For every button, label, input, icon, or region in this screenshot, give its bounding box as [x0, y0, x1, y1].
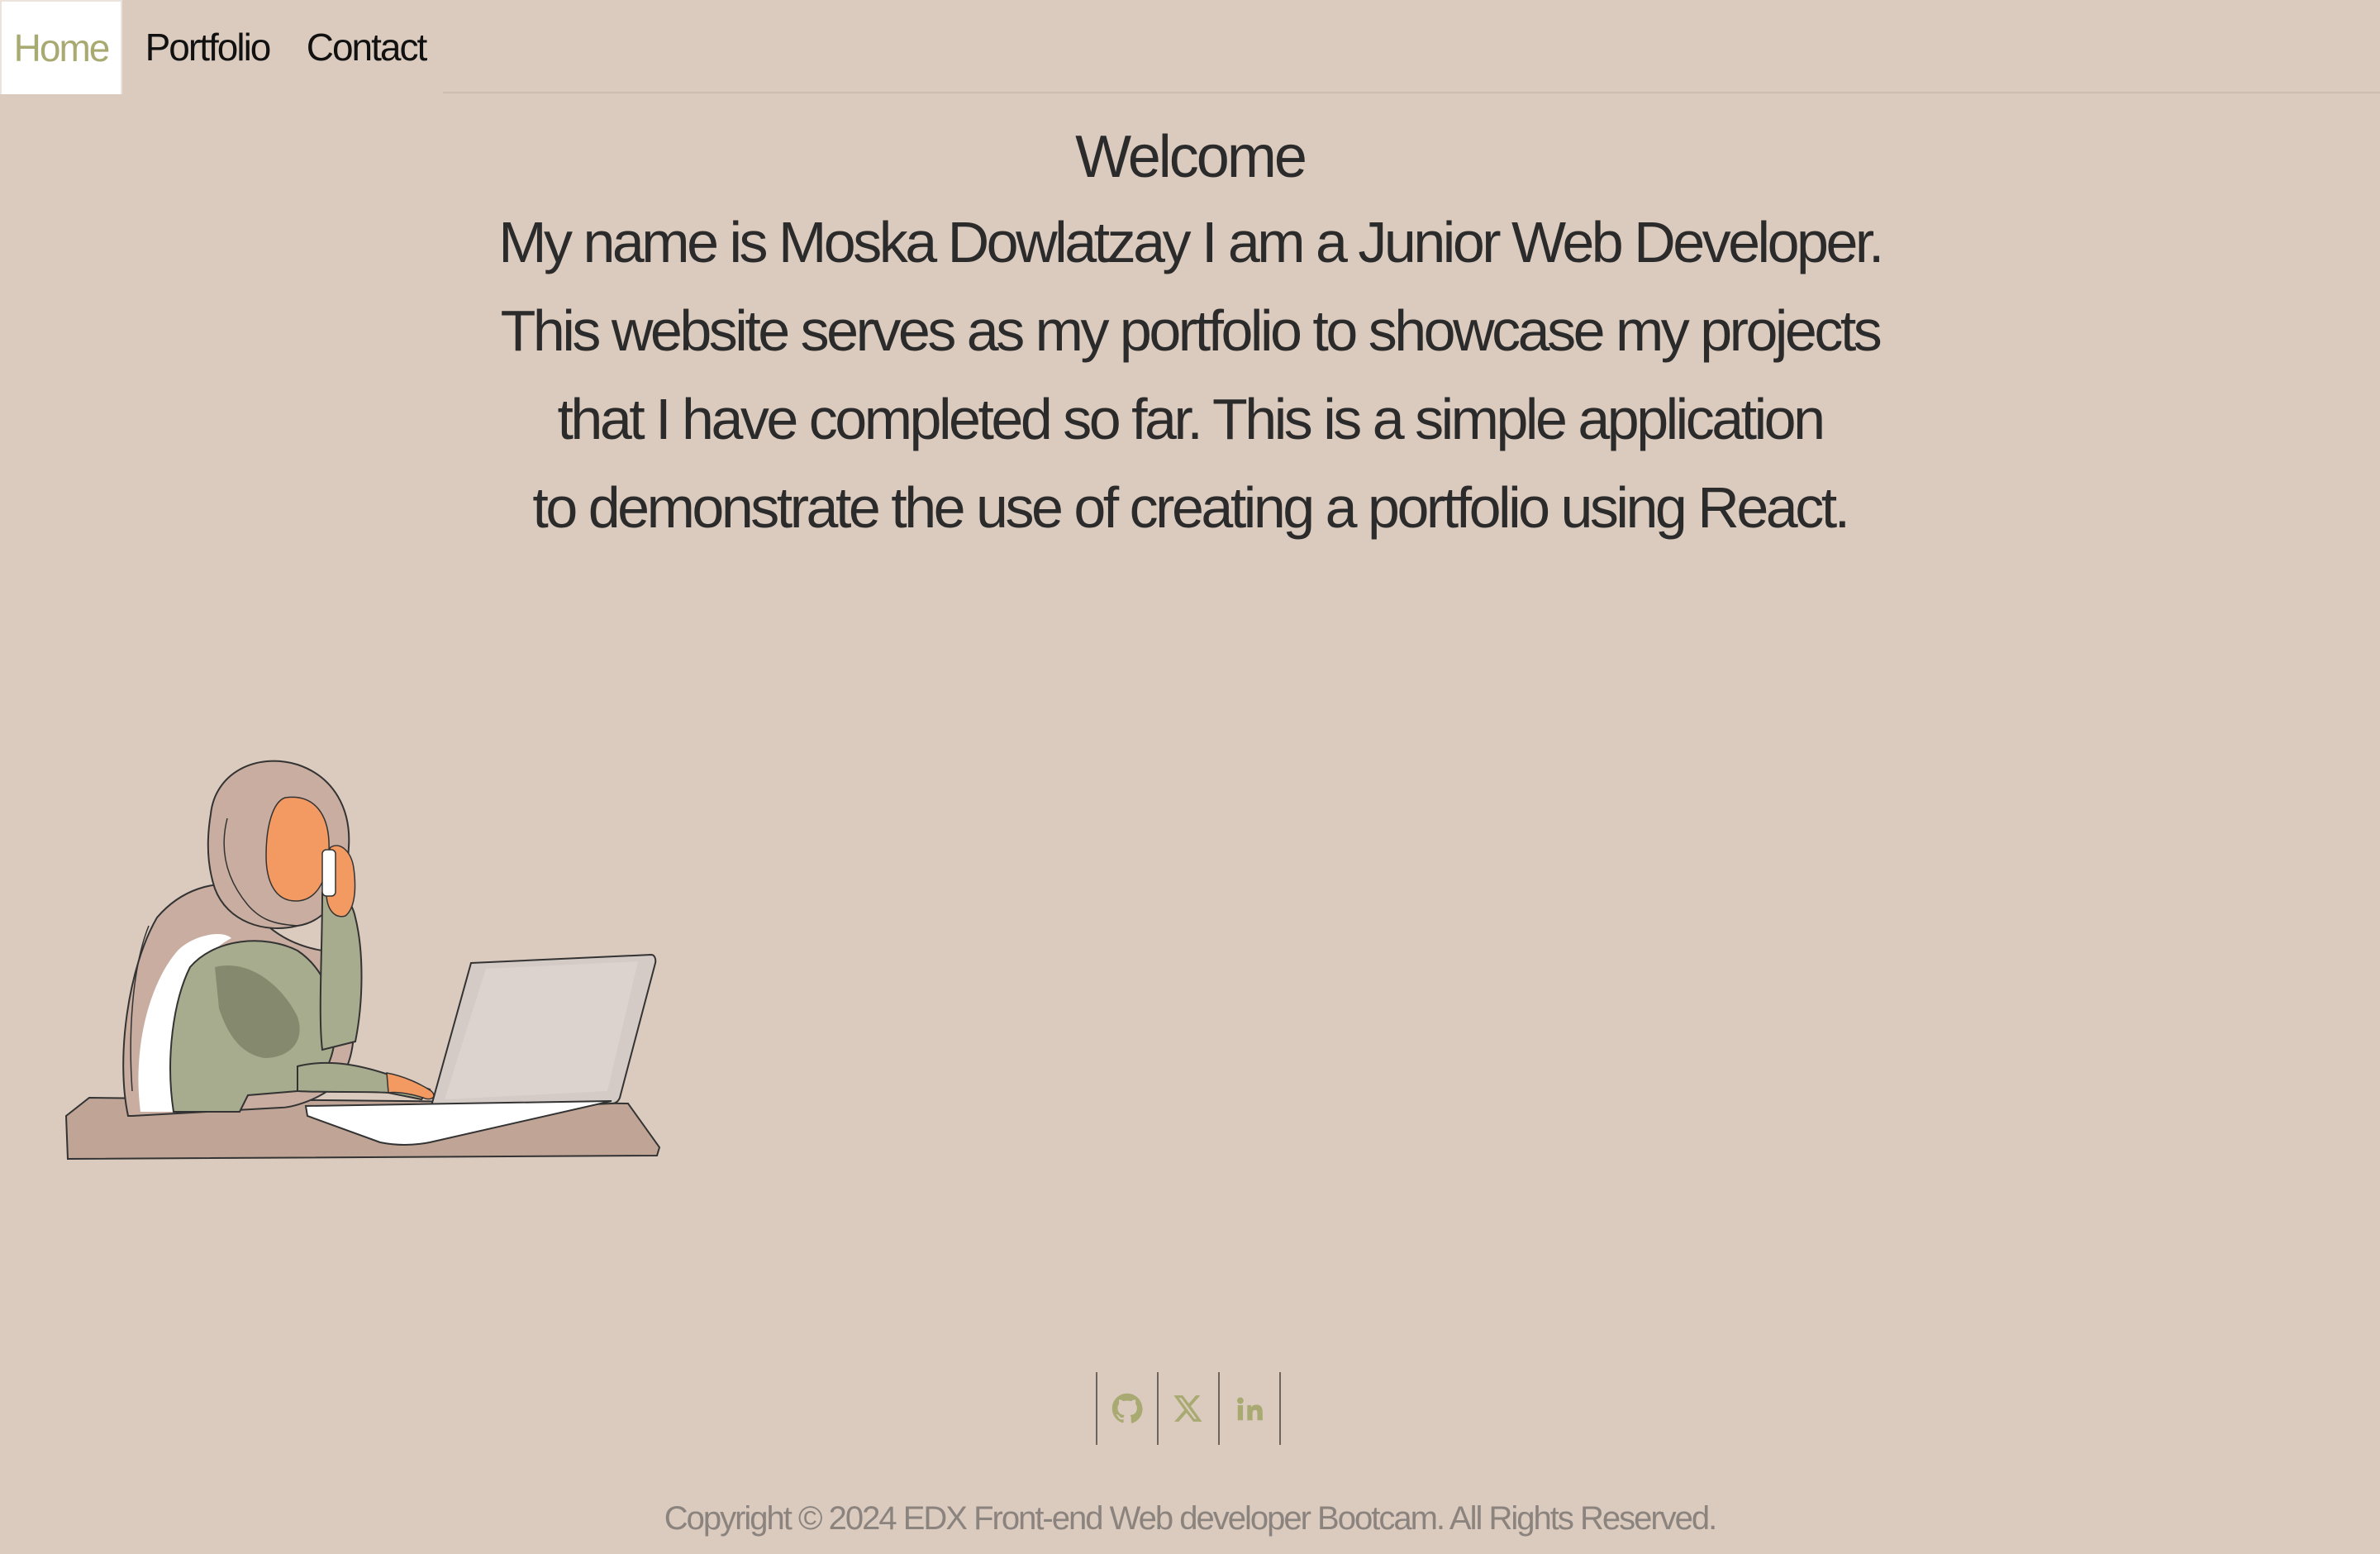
intro-line-1: My name is Moska Dowlatzay I am a Junior… [498, 210, 1884, 274]
page-title: Welcome [1075, 124, 1307, 190]
tab-portfolio[interactable]: Portfolio [139, 0, 276, 94]
tab-home[interactable]: Home [0, 0, 122, 94]
github-icon [1111, 1393, 1143, 1423]
tab-contact[interactable]: Contact [304, 0, 428, 94]
developer-illustration [64, 760, 661, 1161]
intro-line-4: to demonstrate the use of creating a por… [532, 475, 1850, 540]
page: Home Portfolio Contact Welcome My name i… [0, 0, 2380, 1554]
nav-tabs: Home Portfolio Contact [0, 0, 2380, 94]
x-twitter-link[interactable] [1157, 1372, 1218, 1445]
hero-section: Welcome My name is Moska Dowlatzay I am … [0, 116, 2380, 552]
linkedin-icon [1236, 1397, 1263, 1421]
github-link[interactable] [1096, 1372, 1157, 1445]
x-twitter-icon [1173, 1395, 1202, 1422]
social-links [1096, 1372, 1281, 1445]
linkedin-link[interactable] [1218, 1372, 1281, 1445]
nav-divider [443, 92, 2380, 93]
intro-line-3: that I have completed so far. This is a … [557, 387, 1825, 451]
footer-copyright: Copyright © 2024 EDX Front-end Web devel… [664, 1500, 1718, 1537]
intro-line-2: This website serves as my portfolio to s… [500, 298, 1883, 363]
